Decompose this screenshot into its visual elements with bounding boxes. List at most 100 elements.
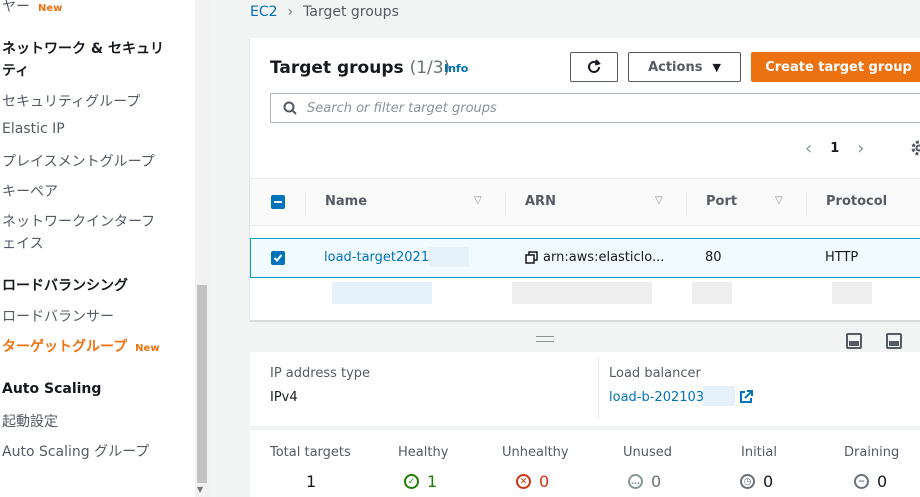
actions-label: Actions <box>648 59 703 75</box>
table-header: Name ▽ ARN ▽ Port ▽ Protocol <box>250 178 920 226</box>
sidebar-item-load-balancers[interactable]: ロードバランサー <box>2 306 114 326</box>
gear-icon[interactable] <box>908 137 920 159</box>
caret-down-icon: ▼ <box>712 60 721 74</box>
total-targets-count: 1 <box>306 472 317 491</box>
breadcrumb: EC2 › Target groups <box>250 4 399 20</box>
sidebar-item-auto-scaling-groups[interactable]: Auto Scaling グループ <box>2 441 149 461</box>
redacted-region <box>512 282 652 304</box>
panel-side-icon[interactable] <box>886 333 902 349</box>
column-header-port[interactable]: Port <box>706 194 737 209</box>
new-badge: New <box>135 343 160 354</box>
create-target-group-button[interactable]: Create target group <box>751 52 920 82</box>
new-badge: New <box>38 3 63 14</box>
clock-icon: ◷ <box>740 474 755 489</box>
chevron-right-icon: › <box>287 4 294 20</box>
sort-icon[interactable]: ▽ <box>474 195 482 206</box>
page-number[interactable]: 1 <box>830 141 839 156</box>
panel-bottom-icon[interactable] <box>846 333 862 349</box>
sidebar-item-label: ターゲットグループ <box>2 339 128 355</box>
title-text: Target groups <box>270 58 404 78</box>
actions-button[interactable]: Actions ▼ <box>628 52 741 82</box>
page-title: Target groups (1/3) <box>270 58 450 78</box>
info-link[interactable]: Info <box>444 62 468 75</box>
redacted-region <box>332 282 432 304</box>
sidebar-section-auto-scaling: Auto Scaling <box>2 381 102 397</box>
copy-icon[interactable] <box>525 251 538 264</box>
sidebar-item-key-pairs[interactable]: キーペア <box>2 181 58 201</box>
breadcrumb-ec2[interactable]: EC2 <box>250 4 278 20</box>
healthy-count: 1 <box>427 472 438 491</box>
unhealthy-count: 0 <box>539 472 550 491</box>
unused-value: … 0 <box>628 472 661 491</box>
draining-label: Draining <box>844 445 900 460</box>
initial-count: 0 <box>763 472 774 491</box>
sidebar-item-label: ヤー <box>2 0 30 15</box>
healthy-value: ✓ 1 <box>404 472 437 491</box>
redacted-region <box>692 282 732 304</box>
pagination: ‹ 1 › <box>805 138 864 159</box>
chevron-left-icon[interactable]: ‹ <box>805 138 812 159</box>
draining-count: 0 <box>877 472 888 491</box>
total-targets-label: Total targets <box>270 445 351 460</box>
split-panel-divider[interactable] <box>250 320 920 322</box>
port-cell: 80 <box>705 250 722 265</box>
initial-value: ◷ 0 <box>740 472 773 491</box>
select-all-checkbox[interactable] <box>271 195 285 209</box>
check-icon <box>273 254 283 262</box>
sidebar-item-launch-configs[interactable]: 起動設定 <box>2 411 58 431</box>
search-input[interactable]: Search or filter target groups <box>270 93 920 123</box>
target-stats: Total targets 1 Healthy ✓ 1 Unhealthy ✕ … <box>250 430 920 497</box>
total-targets-value: 1 <box>306 472 316 491</box>
sidebar-item-network-interfaces[interactable]: ネットワークインターフ <box>2 211 155 231</box>
target-groups-card: Target groups (1/3) Info Actions ▼ Creat… <box>250 38 920 320</box>
external-link-icon[interactable] <box>739 390 753 404</box>
column-header-arn[interactable]: ARN <box>525 194 556 209</box>
draining-value: − 0 <box>854 472 887 491</box>
divider <box>598 358 599 418</box>
sidebar-item-security-groups[interactable]: セキュリティグループ <box>2 91 140 111</box>
sidebar-item-target-groups[interactable]: ターゲットグループ New <box>2 336 160 356</box>
refresh-button[interactable] <box>570 52 618 82</box>
check-circle-icon: ✓ <box>404 474 419 489</box>
table-row[interactable]: load-target2021 arn:aws:elasticlo... 80 … <box>250 238 920 278</box>
protocol-cell: HTTP <box>825 250 859 265</box>
scroll-down-arrow-icon[interactable]: ▼ <box>197 485 203 494</box>
sidebar-item-top[interactable]: ヤー New <box>2 0 62 16</box>
sidebar-item-network-interfaces-cont[interactable]: ェイス <box>2 233 44 253</box>
sidebar-scroll-thumb[interactable] <box>197 285 207 483</box>
unhealthy-value: ✕ 0 <box>516 472 549 491</box>
column-header-protocol[interactable]: Protocol <box>826 194 887 209</box>
sidebar-section-network: ネットワーク & セキュリ <box>2 41 164 57</box>
load-balancer-label: Load balancer <box>609 366 701 381</box>
target-group-name-link[interactable]: load-target2021 <box>324 250 429 265</box>
breadcrumb-current: Target groups <box>303 4 399 20</box>
sidebar-nav: ヤー New ネットワーク & セキュリ ティ セキュリティグループ Elasti… <box>0 0 194 497</box>
initial-label: Initial <box>741 445 777 460</box>
unused-count: 0 <box>651 472 662 491</box>
unused-label: Unused <box>623 445 673 460</box>
sort-icon[interactable]: ▽ <box>655 195 663 206</box>
ellipsis-circle-icon: … <box>628 474 643 489</box>
minus-circle-icon: − <box>854 474 869 489</box>
column-divider <box>806 191 807 215</box>
sidebar: ヤー New ネットワーク & セキュリ ティ セキュリティグループ Elasti… <box>0 0 209 497</box>
column-divider <box>305 191 306 215</box>
ip-type-value: IPv4 <box>270 390 298 405</box>
load-balancer-link[interactable]: load-b-202103 <box>609 390 704 405</box>
arn-cell: arn:aws:elasticlo... <box>525 250 664 265</box>
sort-icon[interactable]: ▽ <box>775 195 783 206</box>
sidebar-item-elastic-ip[interactable]: Elastic IP <box>2 121 65 137</box>
ip-type-label: IP address type <box>270 366 371 381</box>
chevron-right-icon[interactable]: › <box>857 138 864 159</box>
redacted-region <box>832 282 872 304</box>
arn-value: arn:aws:elasticlo... <box>543 250 665 265</box>
drag-handle-icon[interactable] <box>536 336 554 342</box>
search-icon <box>283 101 297 115</box>
row-checkbox[interactable] <box>271 251 285 265</box>
sidebar-section-load-balancing: ロードバランシング <box>2 278 128 294</box>
sidebar-item-placement-groups[interactable]: プレイスメントグループ <box>2 151 155 171</box>
column-divider <box>686 191 687 215</box>
redacted-region <box>703 386 735 406</box>
column-header-name[interactable]: Name <box>325 194 367 209</box>
column-divider <box>505 191 506 215</box>
